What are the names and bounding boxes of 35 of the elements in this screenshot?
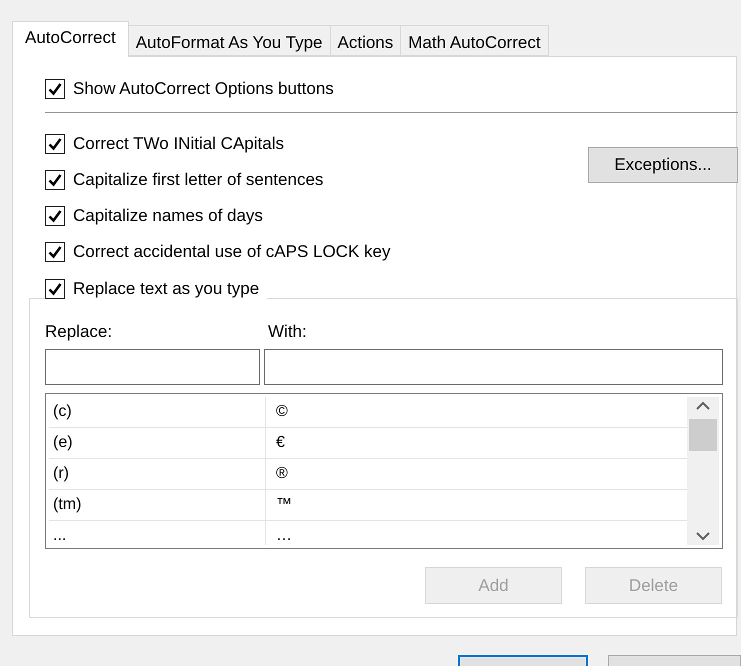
with-label: With: [268,321,307,343]
checkbox-label: Capitalize first letter of sentences [73,169,324,192]
table-cell: (c) [49,397,266,427]
tab[interactable]: AutoFormat As You Type [128,25,331,56]
checkbox[interactable] [45,242,65,262]
exceptions-button[interactable]: Exceptions... [588,147,738,183]
checkbox-label: Replace text as you type [73,278,260,300]
checkbox-label: Show AutoCorrect Options buttons [73,78,334,100]
replace-label: Replace: [45,321,112,343]
table-cell-text: € [275,433,286,453]
table-cell-text: … [275,526,293,545]
checkbox-label: Correct TWo INitial CApitals [73,133,284,156]
scroll-thumb[interactable] [689,419,717,451]
checkbox[interactable] [45,79,65,99]
with-field[interactable] [264,349,723,385]
table-cell: (tm) [49,490,266,520]
checkbox[interactable] [45,279,65,299]
checkbox-label: Capitalize names of days [73,205,263,228]
table-cell-text: ™ [275,495,293,515]
scroll-up-icon[interactable] [696,401,710,411]
table-cell-text: © [275,402,289,422]
tab[interactable]: Math AutoCorrect [400,25,549,56]
checkbox[interactable] [45,170,65,190]
tab[interactable]: Actions [330,25,402,56]
tab[interactable]: AutoCorrect [12,21,129,57]
table-cell-text: ® [275,464,289,484]
scroll-down-icon[interactable] [696,531,710,541]
scrollbar[interactable] [687,397,719,545]
replace-field[interactable] [45,349,260,385]
table-cell: ... [49,521,266,545]
checkbox[interactable] [45,134,65,154]
table-cell: (e) [49,428,266,458]
checkbox[interactable] [45,206,65,226]
checkbox-label: Correct accidental use of cAPS LOCK key [73,241,390,264]
table-cell: (r) [49,459,266,489]
